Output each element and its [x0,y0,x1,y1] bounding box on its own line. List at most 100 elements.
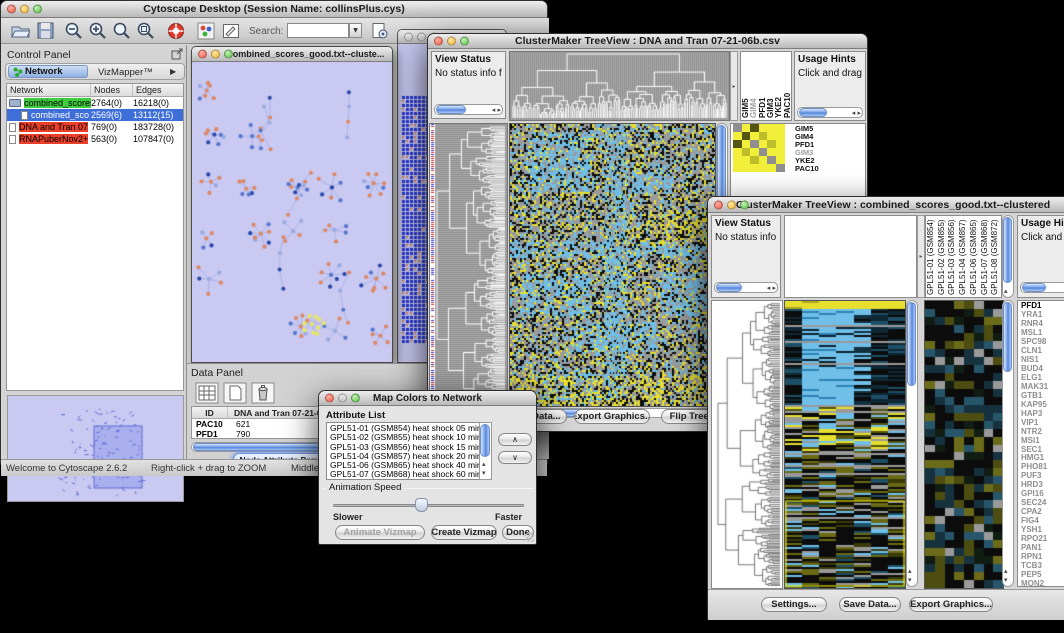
attribute-list[interactable]: GPL51-01 (GSM854) heat shock 05 minGPL51… [326,422,492,480]
network-canvas[interactable] [192,62,392,362]
status-zoom-hint: Right-click + drag to ZOOM [151,463,266,474]
network-view-title-bar[interactable]: combined_scores_good.txt--cluste... [192,47,392,62]
col-header-edges[interactable]: Edges [133,84,183,96]
tv2-button-2[interactable]: Export Graphics... [909,597,993,612]
tv2-row-dendrogram[interactable] [711,300,783,589]
zoom-window-icon[interactable] [460,37,469,46]
tab-vizmapper[interactable]: VizMapper™ [98,67,153,78]
search-label: Search: [249,26,283,37]
open-file-icon[interactable] [11,22,30,39]
tv1-heatmap[interactable] [509,123,716,407]
tv2-heatmap-vscrollbar[interactable]: ▴▾ [906,300,918,587]
zoom-selected-icon[interactable] [113,22,131,40]
col-header-nodes[interactable]: Nodes [91,84,133,96]
zoom-out-icon[interactable] [65,22,83,40]
tab-overflow-arrow[interactable]: ▶ [170,67,176,76]
tv1-splitter[interactable]: ▸ [730,51,738,121]
create-vizmap-button[interactable]: Create Vizmap [431,525,497,540]
tv1-button-1[interactable]: Export Graphics... [574,409,650,424]
data-col-id[interactable]: ID [192,407,228,418]
attribute-list-vscrollbar[interactable]: ▴▾ [479,422,492,480]
zoom-window-icon[interactable] [351,394,360,403]
save-icon[interactable] [37,22,54,39]
move-up-button[interactable]: ∧ [498,433,532,446]
minimize-icon[interactable] [447,37,456,46]
main-title-bar[interactable]: Cytoscape Desktop (Session Name: collins… [1,1,547,18]
minimize-icon[interactable] [338,394,347,403]
attribute-select-icon[interactable] [195,382,219,404]
tv2-secondary-heatmap[interactable] [924,300,1004,589]
attribute-list-item[interactable]: GPL51-07 (GSM868) heat shock 60 min [330,470,491,479]
tv1-row-dendrogram[interactable] [429,123,508,407]
zoom-window-icon[interactable] [224,50,233,59]
minimize-icon[interactable] [727,200,736,209]
treeview-combined-title-bar[interactable]: ClusterMaker TreeView : combined_scores_… [708,197,1064,213]
tv2-button-1[interactable]: Save Data... [839,597,901,612]
animate-vizmap-button[interactable]: Animate Vizmap [335,525,425,540]
delete-attribute-icon[interactable] [251,382,275,404]
tv2-column-label: GPL51-06 (GSM865) [969,216,980,297]
zoom-window-icon[interactable] [740,200,749,209]
tv1-column-dendrogram[interactable] [509,51,730,121]
minimize-icon[interactable] [211,50,220,59]
slower-label: Slower [333,512,363,522]
tv2-column-label: GPL51-08 (GSM872) [990,216,1001,297]
network-list-row[interactable]: combined_scores2764(0)16218(0) [7,97,183,109]
network-list-row[interactable]: DNA and Tran 07769(0)183728(0) [7,121,183,133]
attribute-list-label: Attribute List [326,410,385,421]
tv2-labels-vscrollbar[interactable]: ▴ [1002,215,1014,298]
matrix-cell [750,140,759,148]
network-list-row[interactable]: combined_sco2569(6)13112(15) [7,109,183,121]
vizmapper-icon[interactable] [197,22,215,40]
resize-grip[interactable] [524,532,534,542]
network-nodes: 2569(6) [91,110,133,120]
col-header-network[interactable]: Network [7,84,91,96]
search-dropdown-icon[interactable]: ▼ [349,23,362,38]
close-icon[interactable] [325,394,334,403]
matrix-cell [776,148,785,156]
close-icon[interactable] [404,32,413,41]
close-icon[interactable] [198,50,207,59]
tv2-heatmap[interactable] [784,300,906,589]
tv1-hints-hscrollbar[interactable]: ◂ ▸ [797,107,863,118]
tv2-column-tree-panel [784,215,917,298]
close-icon[interactable] [7,5,16,14]
new-attribute-icon[interactable] [223,382,247,404]
matrix-cell [742,132,751,140]
tv2-column-label: GPL51-04 (GSM857) [958,216,969,297]
treeview-combined-window: ClusterMaker TreeView : combined_scores_… [707,196,1064,620]
zoom-in-icon[interactable] [89,22,107,40]
float-panel-icon[interactable] [171,48,183,60]
network-list-row[interactable]: RNAPuberNov2+563(0)107847(0) [7,133,183,145]
tv2-view-status-panel: View Status No status info ◂ ▸ [711,215,781,298]
minimize-icon[interactable] [20,5,29,14]
zoom-fit-icon[interactable] [137,22,155,40]
search-options-icon[interactable] [371,22,389,40]
speed-slider-thumb[interactable] [415,498,428,512]
help-lifesaver-icon[interactable] [167,22,185,40]
move-down-button[interactable]: ∨ [498,451,532,464]
matrix-cell [750,164,759,172]
minimize-icon[interactable] [417,32,426,41]
tv2-gene-list[interactable]: PFD1YRA1RNR4MSL1SPC98CLN1NIS1BUD4ELG1MAK… [1017,300,1064,587]
annotation-icon[interactable] [222,22,240,40]
tv2-hints-hscrollbar[interactable] [1020,282,1064,293]
matrix-cell [767,140,776,148]
tv1-status-hscrollbar[interactable]: ◂ ▸ [434,104,503,115]
tv2-status-hscrollbar[interactable]: ◂ ▸ [714,282,778,293]
tv2-secondary-vscrollbar[interactable]: ▴▾ [1002,300,1014,587]
search-input[interactable] [287,23,349,38]
speed-slider-track[interactable] [333,504,524,507]
treeview-dna-title-bar[interactable]: ClusterMaker TreeView : DNA and Tran 07-… [428,34,867,49]
close-icon[interactable] [714,200,723,209]
window-controls[interactable] [7,5,42,14]
tv2-button-0[interactable]: Settings... [761,597,827,612]
network-overview-panel[interactable] [7,395,184,502]
tab-network[interactable]: Network [8,65,88,78]
map-dialog-title-bar[interactable]: Map Colors to Network [319,391,536,406]
close-icon[interactable] [434,37,443,46]
tv1-correlation-matrix[interactable] [733,124,785,172]
tv2-splitter[interactable]: ▸ [917,215,925,298]
zoom-window-icon[interactable] [33,5,42,14]
tv1-usage-hints-text: Click and drag tc [795,66,865,80]
